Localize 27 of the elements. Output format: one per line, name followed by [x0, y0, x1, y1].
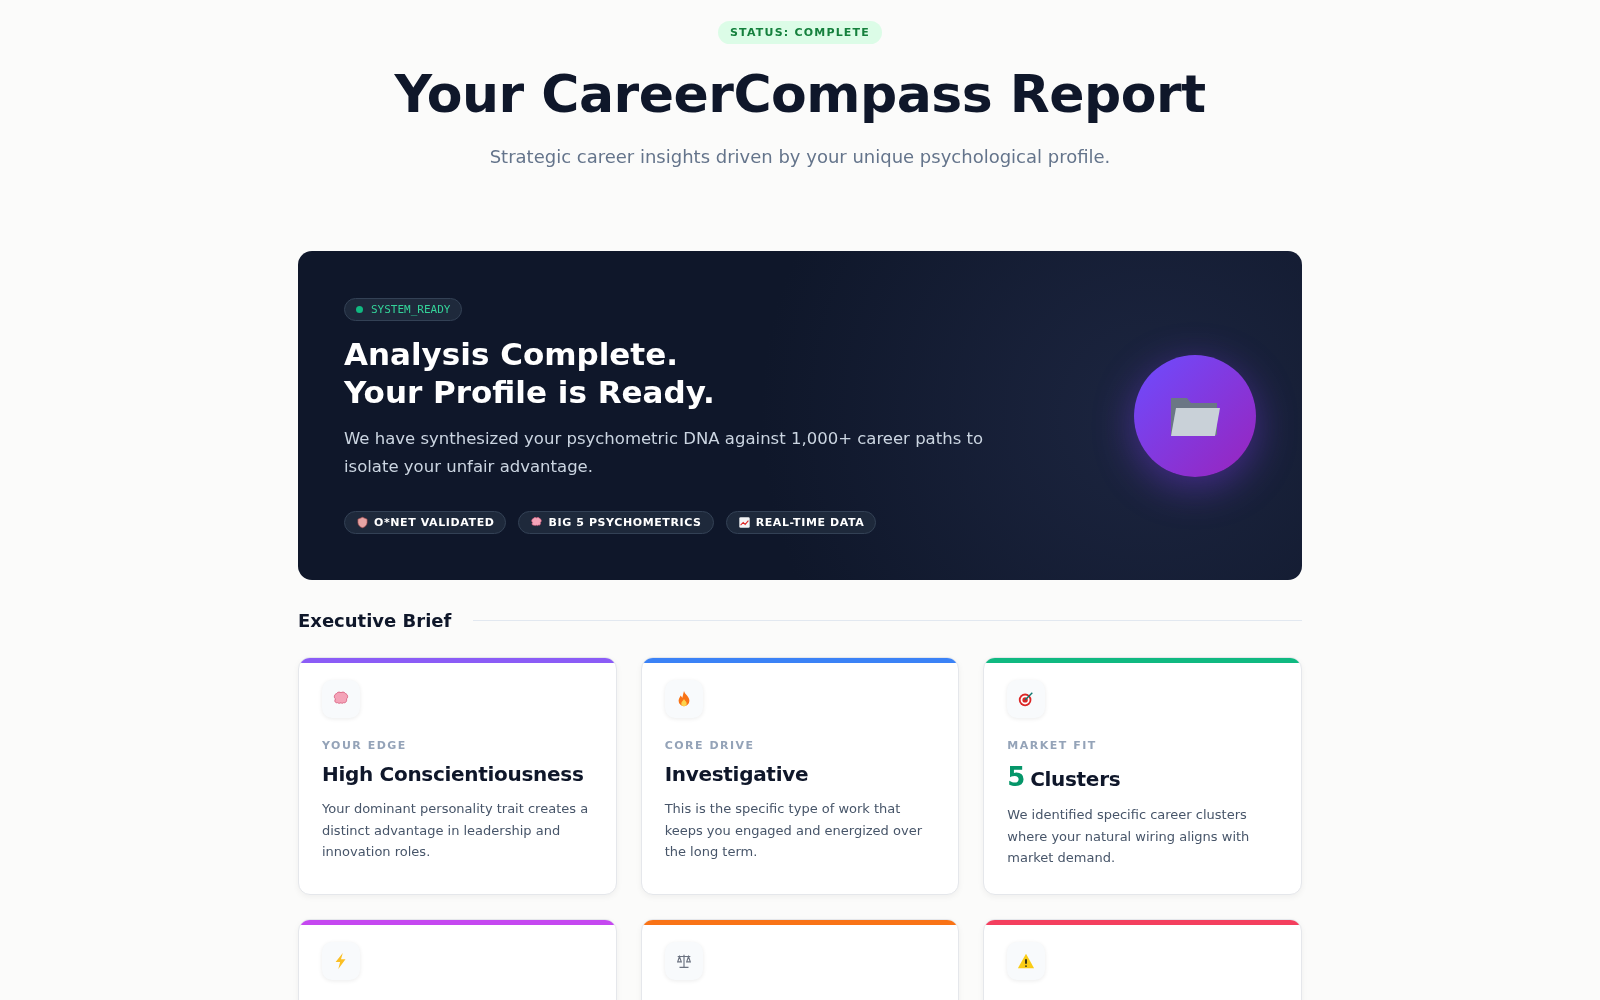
card-description: We identified specific career clusters where your natural wiring aligns with market demand. [1007, 806, 1251, 867]
shield-icon [356, 515, 369, 529]
card-label: MARKET FIT [1007, 739, 1098, 752]
warning-icon [1017, 952, 1036, 970]
page-title: Your CareerCompass Report [394, 64, 1206, 124]
card-label: CORE DRIVE [664, 739, 756, 752]
card-description: Your dominant personality trait creates a distinct advantage in leadership and innovation roles. [322, 800, 590, 861]
chart-icon [737, 515, 751, 529]
hero-heading: Analysis Complete. [344, 334, 679, 373]
status-badge: STATUS: COMPLETE [718, 21, 882, 44]
target-icon [1017, 690, 1036, 708]
status-chip: SYSTEM_READY [344, 297, 463, 321]
scales-icon [674, 952, 693, 970]
hero-description: We have synthesized your psychometric DNA against 1,000+ career paths to isolate your unfair advantage. [344, 427, 984, 478]
brain-icon [530, 515, 544, 529]
cluster-count: 5 [1007, 762, 1026, 792]
feature-tag: REAL-TIME DATA [725, 510, 877, 534]
card-value: Clusters [1030, 767, 1121, 791]
hero-heading: Your Profile is Ready. [344, 372, 715, 411]
feature-tag: O*NET VALIDATED [344, 510, 507, 534]
card-description: This is the specific type of work that keeps you engaged and energized over the long term. [664, 800, 923, 861]
section-title: Executive Brief [298, 610, 452, 631]
card-value: Investigative [664, 762, 809, 786]
page-subtitle: Strategic career insights driven by your unique psychological profile. [489, 146, 1111, 167]
feature-tag: BIG 5 PSYCHOMETRICS [518, 510, 714, 534]
card-label: YOUR EDGE [322, 739, 408, 752]
card-value: High Conscientiousness [322, 762, 584, 786]
